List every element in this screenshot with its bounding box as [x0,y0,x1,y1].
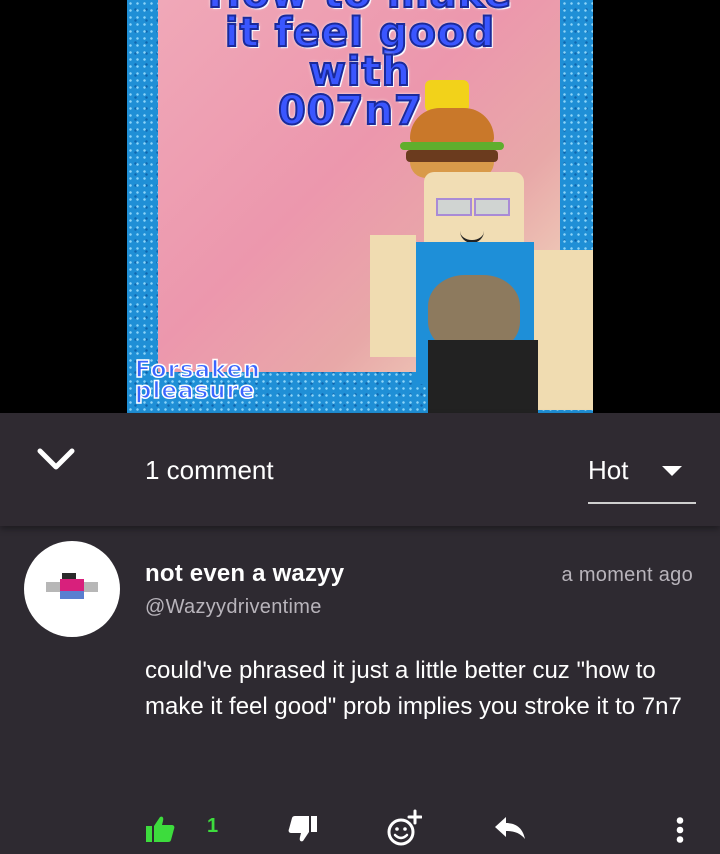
comment-actions [0,804,720,850]
comment-handle[interactable]: @Wazyydriventime [145,596,322,619]
comment-text: could've phrased it just a little better… [145,657,682,720]
thumbnail-watermark: Forsaken pleasure [134,358,261,404]
more-vertical-icon [676,817,684,843]
comment-count: 1 comment [145,455,274,485]
like-count: 1 [207,815,219,837]
sort-caret-icon [662,466,682,476]
thumbs-down-icon [288,816,317,842]
comment-timestamp: a moment ago [561,564,693,586]
chevron-down-icon [37,448,75,470]
more-options-button[interactable] [666,810,694,850]
watermark-line: pleasure [134,378,256,404]
reply-icon [495,817,525,839]
avatar-image [46,573,98,599]
dislike-button[interactable] [286,812,320,846]
add-reaction-icon [387,809,422,846]
sort-selected-value: Hot [588,455,629,485]
thumbs-up-icon [146,816,175,842]
collapse-comments-button[interactable] [34,440,78,480]
media-player[interactable]: How to make it feel good with 007n7! [0,0,720,413]
sort-dropdown[interactable]: Hot [588,446,696,504]
add-reaction-button[interactable] [384,808,424,848]
like-button[interactable] [143,812,177,846]
roblox-character-image [370,70,593,413]
video-thumbnail[interactable]: How to make it feel good with 007n7! [127,0,593,413]
avatar[interactable] [24,541,120,637]
thumbnail-title-line: it feel good [224,10,496,56]
reply-button[interactable] [492,812,528,844]
comment-author[interactable]: not even a wazyy [145,560,344,588]
